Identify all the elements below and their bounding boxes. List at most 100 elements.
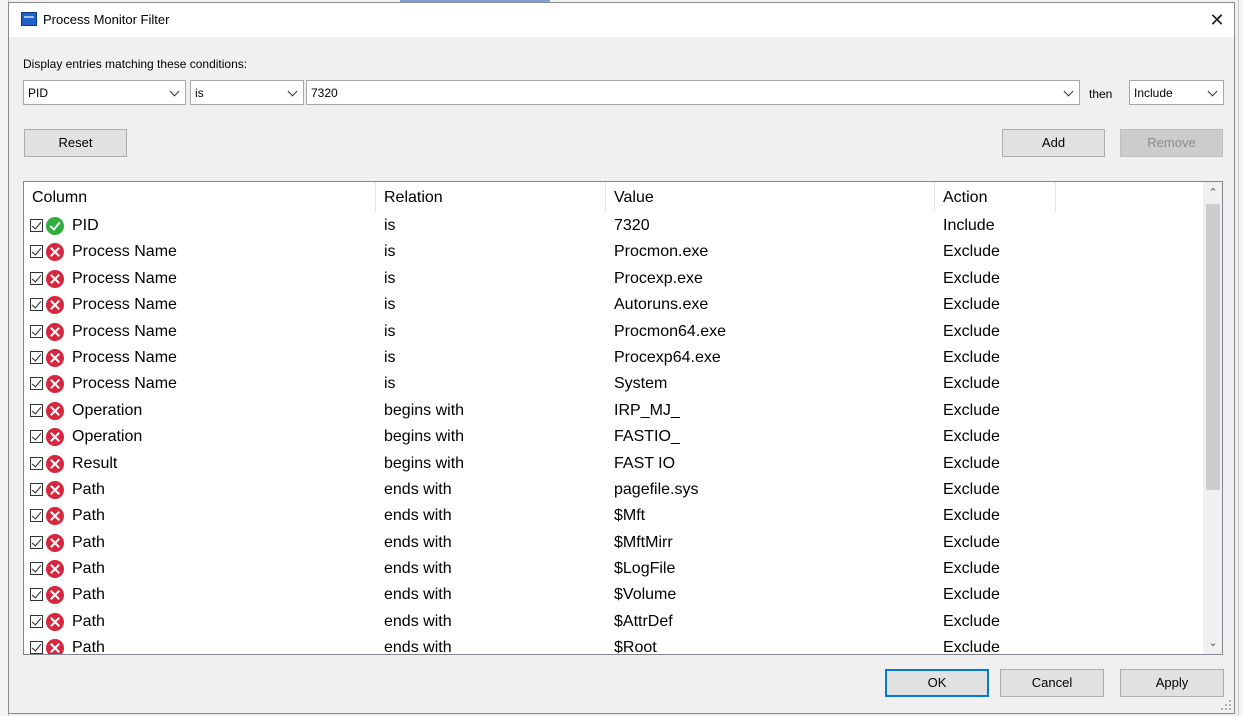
table-row[interactable]: Process Name is Procexp64.exe Exclude: [24, 345, 1204, 371]
table-row[interactable]: Process Name is Procexp.exe Exclude: [24, 266, 1204, 292]
cell-value: $LogFile: [614, 560, 676, 578]
cell-action: Include: [943, 217, 995, 234]
cell-column: PID: [72, 217, 99, 234]
cell-action: Exclude: [943, 401, 1000, 419]
cell-action: Exclude: [943, 296, 1000, 314]
column-select[interactable]: PID: [23, 80, 186, 105]
cell-value: IRP_MJ_: [614, 401, 680, 419]
ok-button[interactable]: OK: [885, 669, 989, 697]
enabled-checkbox[interactable]: [30, 377, 43, 391]
column-header-action[interactable]: Action: [935, 182, 1056, 212]
enabled-checkbox[interactable]: [30, 219, 43, 232]
filter-rules-table: Column Relation Value Action PID is 7320 In…: [23, 181, 1223, 655]
cell-column: Path: [72, 612, 105, 630]
table-row[interactable]: Path ends with $Mft Exclude: [24, 503, 1204, 529]
cell-action: Exclude: [943, 480, 1000, 498]
cell-action: Exclude: [943, 612, 1000, 630]
enabled-checkbox[interactable]: [30, 614, 43, 628]
table-row[interactable]: Process Name is Procmon64.exe Exclude: [24, 319, 1204, 345]
table-row[interactable]: Path ends with $MftMirr Exclude: [24, 530, 1204, 556]
table-row[interactable]: Process Name is System Exclude: [24, 371, 1204, 397]
table-row[interactable]: Process Name is Procmon.exe Exclude: [24, 239, 1204, 265]
table-row[interactable]: Process Name is Autoruns.exe Exclude: [24, 292, 1204, 318]
cell-action: Exclude: [943, 639, 1000, 655]
reset-button[interactable]: Reset: [24, 129, 127, 157]
enabled-checkbox[interactable]: [30, 588, 43, 602]
enabled-checkbox[interactable]: [30, 324, 43, 338]
action-select[interactable]: Include: [1129, 80, 1224, 105]
add-button[interactable]: Add: [1002, 129, 1105, 157]
cell-value: System: [614, 375, 668, 393]
scroll-down-icon[interactable]: ⌄: [1204, 634, 1222, 652]
cell-relation: ends with: [384, 639, 452, 655]
value-combobox[interactable]: 7320: [306, 80, 1080, 105]
cell-relation: ends with: [384, 533, 452, 551]
table-row[interactable]: Result begins with FAST IO Exclude: [24, 451, 1204, 477]
red-x-circle-icon: [46, 612, 64, 631]
cell-value: $Mft: [614, 507, 646, 525]
close-button[interactable]: ✕: [1200, 3, 1234, 37]
resize-grip-icon[interactable]: [1221, 700, 1231, 710]
red-x-circle-icon: [46, 322, 64, 341]
table-row[interactable]: Path ends with $Root Exclude: [24, 635, 1204, 655]
relation-select-value: is: [195, 86, 204, 100]
red-x-circle-icon: [46, 560, 64, 579]
table-row[interactable]: Operation begins with IRP_MJ_ Exclude: [24, 398, 1204, 424]
cell-column: Process Name: [72, 322, 177, 340]
table-row[interactable]: Path ends with $LogFile Exclude: [24, 556, 1204, 582]
red-x-circle-icon: [46, 480, 64, 499]
enabled-checkbox[interactable]: [30, 641, 43, 654]
enabled-checkbox[interactable]: [30, 456, 43, 470]
cell-relation: ends with: [384, 586, 452, 604]
conditions-prompt: Display entries matching these condition…: [23, 57, 248, 71]
cell-relation: begins with: [384, 454, 465, 472]
red-x-circle-icon: [46, 296, 64, 315]
enabled-checkbox[interactable]: [30, 271, 43, 285]
column-header-value[interactable]: Value: [606, 182, 935, 212]
cell-column: Operation: [72, 401, 143, 419]
column-header-relation[interactable]: Relation: [376, 182, 606, 212]
red-x-circle-icon: [46, 269, 64, 288]
enabled-checkbox[interactable]: [30, 562, 43, 576]
cancel-button[interactable]: Cancel: [1000, 669, 1104, 697]
cell-value: Procmon.exe: [614, 243, 709, 261]
cell-column: Process Name: [72, 296, 177, 314]
cell-relation: is: [384, 269, 396, 287]
cell-value: FASTIO_: [614, 428, 680, 446]
cell-action: Exclude: [943, 269, 1000, 287]
enabled-checkbox[interactable]: [30, 403, 43, 417]
column-select-value: PID: [28, 86, 49, 100]
enabled-checkbox[interactable]: [30, 482, 43, 496]
cell-relation: ends with: [384, 480, 452, 498]
cell-action: Exclude: [943, 560, 1000, 578]
enabled-checkbox[interactable]: [30, 350, 43, 364]
table-row[interactable]: Operation begins with FASTIO_ Exclude: [24, 424, 1204, 450]
cell-value: FAST IO: [614, 454, 676, 472]
enabled-checkbox[interactable]: [30, 535, 43, 549]
enabled-checkbox[interactable]: [30, 245, 43, 259]
apply-button[interactable]: Apply: [1120, 669, 1224, 697]
enabled-checkbox[interactable]: [30, 298, 43, 312]
enabled-checkbox[interactable]: [30, 430, 43, 444]
cell-relation: is: [384, 375, 396, 393]
cell-relation: is: [384, 217, 396, 234]
table-row[interactable]: Path ends with $Volume Exclude: [24, 582, 1204, 608]
cell-relation: is: [384, 322, 396, 340]
scroll-up-icon[interactable]: ⌃: [1204, 184, 1222, 202]
table-row[interactable]: Path ends with $AttrDef Exclude: [24, 609, 1204, 635]
vertical-scrollbar[interactable]: ⌃ ⌄: [1203, 182, 1222, 654]
red-x-circle-icon: [46, 428, 64, 447]
relation-select[interactable]: is: [190, 80, 304, 105]
enabled-checkbox[interactable]: [30, 509, 43, 523]
column-header-column[interactable]: Column: [24, 182, 376, 212]
scrollbar-thumb[interactable]: [1206, 204, 1220, 490]
table-row[interactable]: Path ends with pagefile.sys Exclude: [24, 477, 1204, 503]
cell-action: Exclude: [943, 375, 1000, 393]
cell-relation: begins with: [384, 401, 465, 419]
red-x-circle-icon: [46, 243, 64, 262]
table-row[interactable]: PID is 7320 Include: [24, 213, 1204, 239]
red-x-circle-icon: [46, 348, 64, 367]
cell-column: Result: [72, 454, 118, 472]
cell-column: Process Name: [72, 243, 177, 261]
remove-button[interactable]: Remove: [1120, 129, 1223, 157]
